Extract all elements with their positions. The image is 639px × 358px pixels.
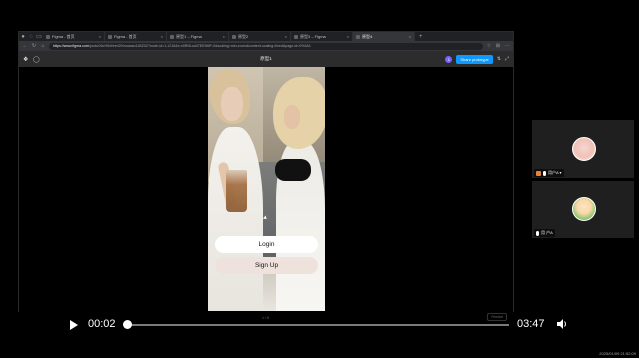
microphone-icon <box>543 170 546 176</box>
seek-handle[interactable] <box>122 320 132 329</box>
expand-icon[interactable]: ⤢ <box>505 56 509 62</box>
address-bar-row: ← ↻ ⌂ https://www.figma.com/proto/XkrH5x… <box>19 41 513 51</box>
back-icon[interactable]: ← <box>22 43 28 49</box>
tab-label: Figma - 首页 <box>52 33 75 39</box>
share-prototype-button[interactable]: Share prototype <box>456 54 493 64</box>
close-tab-icon[interactable]: × <box>347 34 349 39</box>
comment-icon[interactable]: ◯ <box>33 56 43 63</box>
bookmark-icon[interactable]: ☆ <box>486 43 492 49</box>
prototype-title[interactable]: 原型1 <box>260 56 272 62</box>
browser-tab-active[interactable]: 原型4 × <box>353 32 415 41</box>
figma-tab-icon <box>46 34 50 39</box>
tab-label: 原型3 – Figma <box>300 33 326 39</box>
avatar <box>572 137 596 161</box>
play-icon[interactable] <box>70 320 78 330</box>
volume-icon[interactable] <box>557 319 568 329</box>
signup-button[interactable]: Sign Up <box>215 257 318 274</box>
frame-counter: 1 / 6 <box>262 316 269 320</box>
tab-label: 原型2 <box>238 33 249 39</box>
tab-label: 原型1 – Figma <box>176 33 202 39</box>
figma-tab-icon <box>232 34 236 39</box>
close-tab-icon[interactable]: × <box>285 34 287 39</box>
participant-name: 用 户A <box>541 230 553 235</box>
photo-person-right-face <box>284 105 300 129</box>
figma-prototype-toolbar: ❖ ◯ 原型1 1 Share prototype ⇅ ⤢ <box>19 51 513 67</box>
url-path: /proto/XkrH5xHnm2fXmuwao11BZ0Z?node-id=1… <box>88 44 311 48</box>
url-input[interactable]: https://www.figma.com/proto/XkrH5xHnm2fX… <box>49 42 483 50</box>
participant-label: 用 户A <box>534 229 555 237</box>
screen-recording: ● ◌ ▭ Figma - 首页 × Figma - 首页 × 原型1 – Figm… <box>0 0 639 358</box>
close-tab-icon[interactable]: × <box>161 34 163 39</box>
close-tab-icon[interactable]: × <box>99 34 101 39</box>
profile-icon[interactable]: ● <box>19 32 27 41</box>
photo-handbag <box>275 159 311 181</box>
participant-tile[interactable]: 用户A ▾ <box>532 120 634 178</box>
close-tab-icon[interactable]: × <box>409 34 411 39</box>
figma-tab-icon <box>108 34 112 39</box>
url-host: https://www.figma.com <box>53 44 89 48</box>
tab-strip: ● ◌ ▭ Figma - 首页 × Figma - 首页 × 原型1 – Figm… <box>19 32 513 41</box>
total-duration: 03:47 <box>517 318 545 330</box>
browser-tab[interactable]: 原型1 – Figma × <box>167 32 229 41</box>
browser-tab[interactable]: Figma - 首页 × <box>43 32 105 41</box>
browser-tab[interactable]: Figma - 首页 × <box>105 32 167 41</box>
browser-tab[interactable]: 原型2 × <box>229 32 291 41</box>
photo-iced-coffee <box>226 170 247 212</box>
photo-person-left-face <box>221 87 243 121</box>
phone-frame: Login Sign Up <box>208 67 325 311</box>
participant-name: 用户A ▾ <box>548 170 562 175</box>
recording-timestamp: 2025/01/09 21:52:09 <box>599 351 636 356</box>
prototype-canvas: Login Sign Up 1 / 6 Restart <box>19 67 513 321</box>
browser-window: ● ◌ ▭ Figma - 首页 × Figma - 首页 × 原型1 – Figm… <box>18 31 514 321</box>
avatar <box>572 197 596 221</box>
browser-tab[interactable]: 原型3 – Figma × <box>291 32 353 41</box>
host-badge-icon <box>536 170 541 176</box>
menu-icon[interactable]: ⋯ <box>504 43 510 49</box>
figma-logo-icon[interactable]: ❖ <box>23 56 33 63</box>
photo-person-left-body <box>208 127 263 311</box>
tab-label: Figma - 首页 <box>114 33 137 39</box>
participant-label: 用户A ▾ <box>534 169 564 177</box>
extensions-icon[interactable]: ⊞ <box>495 43 501 49</box>
new-tab-icon[interactable]: + <box>415 34 427 40</box>
tab-label: 原型4 <box>362 33 373 39</box>
restart-button[interactable]: Restart <box>487 313 507 321</box>
close-tab-icon[interactable]: × <box>223 34 225 39</box>
figma-tab-icon <box>170 34 174 39</box>
tab-actions-icon[interactable]: ▭ <box>35 32 43 41</box>
workspaces-icon[interactable]: ◌ <box>27 32 35 41</box>
current-time: 00:02 <box>88 318 116 330</box>
avatar[interactable]: 1 <box>445 55 453 63</box>
figma-tab-icon <box>356 34 360 39</box>
login-button[interactable]: Login <box>215 236 318 253</box>
figma-tab-icon <box>294 34 298 39</box>
home-icon[interactable]: ⌂ <box>40 43 46 49</box>
reload-icon[interactable]: ↻ <box>31 43 37 49</box>
participant-tile[interactable]: 用 户A <box>532 181 634 238</box>
microphone-icon <box>536 230 539 236</box>
settings-icon[interactable]: ⇅ <box>497 56 501 62</box>
seek-bar[interactable] <box>124 324 509 326</box>
